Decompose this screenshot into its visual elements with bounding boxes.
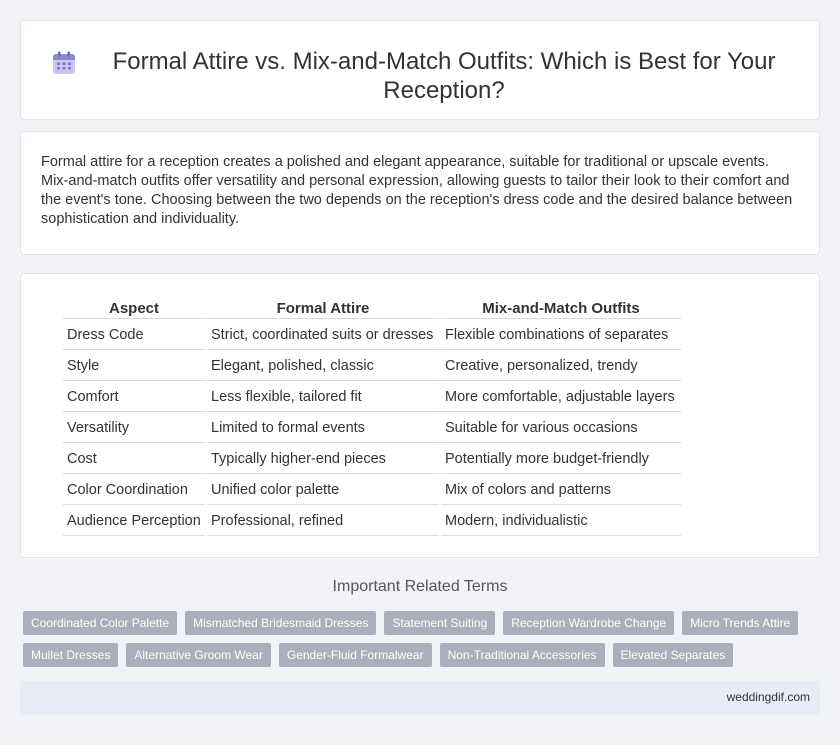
table-row: Color Coordination Unified color palette… (63, 476, 681, 505)
table-row: Style Elegant, polished, classic Creativ… (63, 352, 681, 381)
table-row: Dress Code Strict, coordinated suits or … (63, 321, 681, 350)
table-cell: Audience Perception (63, 507, 205, 536)
table-header-row: Aspect Formal Attire Mix-and-Match Outfi… (63, 298, 681, 319)
table-cell: Flexible combinations of separates (441, 321, 681, 350)
column-header-aspect: Aspect (63, 298, 205, 319)
tag-mullet-dresses[interactable]: Mullet Dresses (23, 643, 119, 667)
table-cell: Comfort (63, 383, 205, 412)
tag-mismatched-bridesmaid-dresses[interactable]: Mismatched Bridesmaid Dresses (185, 611, 377, 635)
table-cell: Modern, individualistic (441, 507, 681, 536)
table-cell: Creative, personalized, trendy (441, 352, 681, 381)
table-row: Cost Typically higher-end pieces Potenti… (63, 445, 681, 474)
table-cell: Less flexible, tailored fit (207, 383, 439, 412)
comparison-card: Aspect Formal Attire Mix-and-Match Outfi… (20, 273, 820, 558)
page-title: Formal Attire vs. Mix-and-Match Outfits:… (112, 48, 776, 104)
comparison-table: Aspect Formal Attire Mix-and-Match Outfi… (61, 296, 683, 538)
tag-row: Coordinated Color Palette Mismatched Bri… (23, 611, 823, 635)
tag-non-traditional-accessories[interactable]: Non-Traditional Accessories (439, 643, 605, 667)
table-row: Versatility Limited to formal events Sui… (63, 414, 681, 443)
table-cell: Elegant, polished, classic (207, 352, 439, 381)
tag-gender-fluid-formalwear[interactable]: Gender-Fluid Formalwear (278, 643, 432, 667)
tag-elevated-separates[interactable]: Elevated Separates (612, 643, 734, 667)
table-cell: Color Coordination (63, 476, 205, 505)
table-cell: Potentially more budget-friendly (441, 445, 681, 474)
tag-row: Mullet Dresses Alternative Groom Wear Ge… (23, 643, 823, 667)
table-cell: Mix of colors and patterns (441, 476, 681, 505)
tag-micro-trends-attire[interactable]: Micro Trends Attire (682, 611, 799, 635)
table-row: Comfort Less flexible, tailored fit More… (63, 383, 681, 412)
related-terms-heading: Important Related Terms (332, 578, 508, 595)
table-cell: Suitable for various occasions (441, 414, 681, 443)
table-cell: Versatility (63, 414, 205, 443)
table-cell: Limited to formal events (207, 414, 439, 443)
table-cell: Unified color palette (207, 476, 439, 505)
related-terms-tags: Coordinated Color Palette Mismatched Bri… (23, 611, 823, 675)
tag-alternative-groom-wear[interactable]: Alternative Groom Wear (126, 643, 271, 667)
table-cell: Style (63, 352, 205, 381)
table-cell: Professional, refined (207, 507, 439, 536)
table-cell: Typically higher-end pieces (207, 445, 439, 474)
footer: weddingdif.com (20, 681, 820, 714)
intro-card: Formal attire for a reception creates a … (20, 131, 820, 255)
footer-site-link[interactable]: weddingdif.com (727, 690, 810, 704)
header-card: Formal Attire vs. Mix-and-Match Outfits:… (20, 20, 820, 120)
column-header-formal-attire: Formal Attire (207, 298, 439, 319)
calendar-icon (53, 51, 75, 74)
tag-statement-suiting[interactable]: Statement Suiting (384, 611, 496, 635)
tag-coordinated-color-palette[interactable]: Coordinated Color Palette (23, 611, 178, 635)
table-cell: More comfortable, adjustable layers (441, 383, 681, 412)
table-row: Audience Perception Professional, refine… (63, 507, 681, 536)
table-cell: Strict, coordinated suits or dresses (207, 321, 439, 350)
table-cell: Cost (63, 445, 205, 474)
intro-paragraph: Formal attire for a reception creates a … (41, 154, 793, 227)
tag-reception-wardrobe-change[interactable]: Reception Wardrobe Change (503, 611, 675, 635)
column-header-mix-and-match: Mix-and-Match Outfits (441, 298, 681, 319)
table-cell: Dress Code (63, 321, 205, 350)
